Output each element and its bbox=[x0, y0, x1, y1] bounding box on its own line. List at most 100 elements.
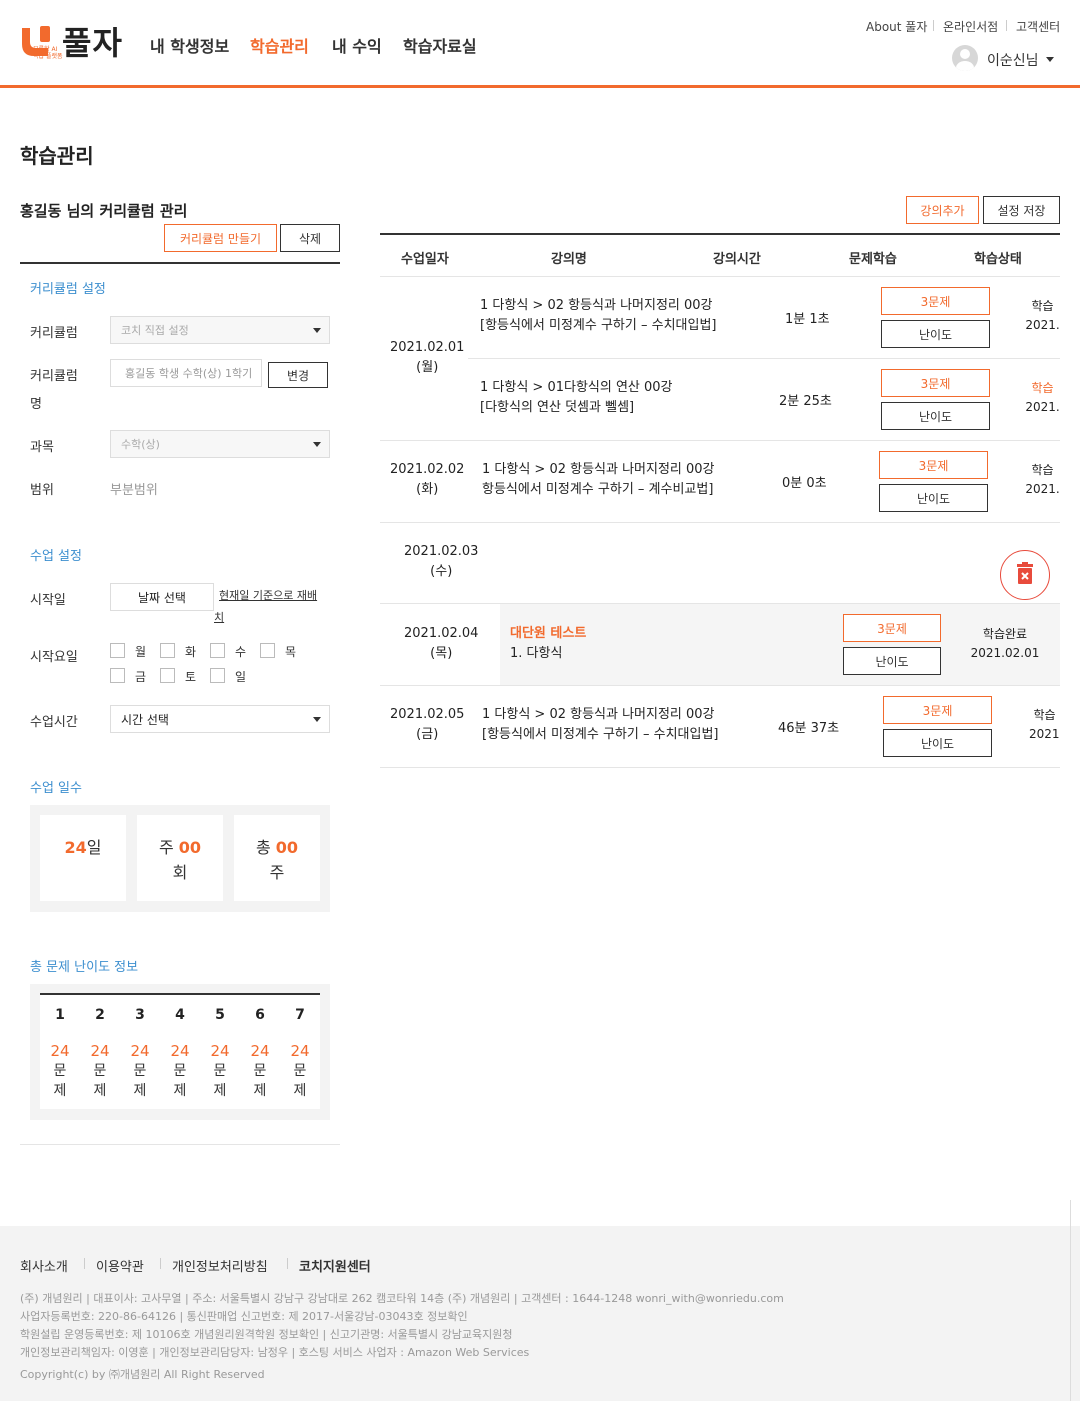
checkbox-thu[interactable] bbox=[260, 643, 275, 658]
curriculum-settings-heading: 커리큘럼 설정 bbox=[30, 282, 106, 297]
chevron-down-icon bbox=[313, 328, 321, 333]
total-prefix: 총 bbox=[255, 838, 276, 857]
subject-label: 과목 bbox=[30, 440, 54, 455]
change-name-button[interactable]: 변경 bbox=[268, 362, 328, 388]
nav-student-info[interactable]: 내 학생정보 bbox=[150, 33, 229, 57]
avatar-icon[interactable] bbox=[952, 45, 978, 71]
logo-subtitle: 모름학 AI 학습 플랫폼 bbox=[33, 46, 63, 60]
nav-learning-management[interactable]: 학습관리 bbox=[250, 33, 309, 57]
lecture-name[interactable]: 대단원 테스트 1. 다항식 bbox=[510, 624, 586, 664]
status-text: 학습 2021. bbox=[1025, 381, 1060, 414]
nav-my-earnings[interactable]: 내 수익 bbox=[332, 33, 382, 57]
footer-copyright: Copyright(c) by ㈜개념원리 All Right Reserved bbox=[20, 1368, 265, 1381]
class-days-heading: 수업 일수 bbox=[30, 781, 82, 796]
trash-icon bbox=[1016, 561, 1033, 584]
logo-text[interactable]: 풀자 bbox=[62, 18, 123, 64]
curriculum-label: 커리큘럼 bbox=[30, 326, 78, 341]
divider bbox=[933, 20, 934, 31]
difficulty-level-5: 5 24 문 제 bbox=[210, 1007, 230, 1099]
delete-button[interactable]: 삭제 bbox=[280, 224, 340, 252]
curriculum-select[interactable]: 코치 직접 설정 bbox=[110, 316, 330, 344]
column-header-lecture: 강의명 bbox=[551, 252, 587, 267]
difficulty-button[interactable]: 난이도 bbox=[879, 484, 988, 512]
delete-day-button[interactable] bbox=[1000, 550, 1050, 600]
checkbox-sat[interactable] bbox=[160, 668, 175, 683]
lecture-name[interactable]: 1 다항식 > 02 항등식과 나머지정리 00강 [항등식에서 미정계수 구하기… bbox=[482, 705, 719, 745]
about-link[interactable]: About 풀자 bbox=[866, 18, 927, 35]
day-label-sat: 토 bbox=[185, 670, 197, 684]
column-header-status: 학습상태 bbox=[974, 252, 1022, 267]
divider bbox=[20, 1144, 340, 1145]
chevron-down-icon bbox=[313, 442, 321, 447]
checkbox-tue[interactable] bbox=[160, 643, 175, 658]
range-value: 부분범위 bbox=[110, 483, 158, 498]
difficulty-button[interactable]: 난이도 bbox=[881, 402, 990, 430]
checkbox-fri[interactable] bbox=[110, 668, 125, 683]
save-settings-button[interactable]: 설정 저장 bbox=[983, 196, 1060, 224]
weekly-count-value: 00 bbox=[178, 838, 202, 857]
lecture-duration: 1분 1초 bbox=[785, 312, 830, 327]
curriculum-title: 홍길동 님의 커리큘럼 관리 bbox=[20, 202, 188, 220]
customer-center-link[interactable]: 고객센터 bbox=[1016, 18, 1060, 35]
chevron-down-icon bbox=[313, 717, 321, 722]
problems-button[interactable]: 3문제 bbox=[881, 369, 990, 397]
table-row-date: 2021.02.02 (화) bbox=[390, 462, 465, 497]
lecture-name[interactable]: 1 다항식 > 02 항등식과 나머지정리 00강 [항등식에서 미정계수 구하기… bbox=[480, 296, 717, 336]
checkbox-wed[interactable] bbox=[210, 643, 225, 658]
start-date-label: 시작일 bbox=[30, 593, 66, 608]
weekly-unit: 회 bbox=[172, 863, 188, 882]
reset-date-link[interactable]: 현재일 기준으로 재배 bbox=[219, 587, 317, 603]
scrollbar[interactable] bbox=[1070, 1200, 1078, 1401]
footer-privacy-officer: 개인정보관리책임자: 이영훈 | 개인정보관리담당자: 남정우 | 호스팅 서비… bbox=[20, 1346, 530, 1359]
difficulty-level-2: 2 24 문 제 bbox=[90, 1007, 110, 1099]
user-name[interactable]: 이순신님 bbox=[987, 50, 1039, 70]
divider bbox=[380, 685, 1060, 686]
checkbox-mon[interactable] bbox=[110, 643, 125, 658]
weekly-prefix: 주 bbox=[158, 838, 179, 857]
subject-select[interactable]: 수학(상) bbox=[110, 430, 330, 458]
divider bbox=[380, 276, 1060, 277]
difficulty-button[interactable]: 난이도 bbox=[883, 729, 992, 757]
difficulty-button[interactable]: 난이도 bbox=[881, 320, 990, 348]
day-label-fri: 금 bbox=[135, 670, 147, 684]
start-day-label: 시작요일 bbox=[30, 650, 78, 665]
problems-button[interactable]: 3문제 bbox=[883, 696, 992, 724]
online-bookstore-link[interactable]: 온라인서점 bbox=[943, 18, 998, 35]
lecture-name[interactable]: 1 다항식 > 02 항등식과 나머지정리 00강 항등식에서 미정계수 구하기 … bbox=[482, 460, 715, 500]
footer-link-terms[interactable]: 이용약관 bbox=[96, 1256, 144, 1275]
create-curriculum-button[interactable]: 커리큘럼 만들기 bbox=[164, 224, 277, 252]
add-lecture-button[interactable]: 강의추가 bbox=[906, 196, 979, 224]
footer-link-privacy[interactable]: 개인정보처리방침 bbox=[172, 1256, 268, 1275]
site-header: 모름학 AI 학습 플랫폼 풀자 내 학생정보 학습관리 내 수익 학습자료실 … bbox=[0, 0, 1080, 88]
problems-button[interactable]: 3문제 bbox=[879, 451, 988, 479]
total-weeks-unit: 주 bbox=[269, 863, 285, 882]
footer-link-coach-support[interactable]: 코치지원센터 bbox=[299, 1256, 371, 1275]
class-time-label: 수업시간 bbox=[30, 715, 78, 730]
status-text: 학습완료 2021.02.01 bbox=[970, 627, 1040, 660]
column-header-problems: 문제학습 bbox=[849, 252, 897, 267]
weekly-count-card: 주 00 회 bbox=[137, 815, 223, 901]
divider bbox=[380, 767, 1060, 768]
difficulty-level-3: 3 24 문 제 bbox=[130, 1007, 150, 1099]
divider bbox=[380, 440, 1060, 441]
curriculum-name-label-2: 명 bbox=[30, 397, 42, 412]
reset-date-link-2[interactable]: 치 bbox=[214, 609, 224, 625]
nav-learning-materials[interactable]: 학습자료실 bbox=[403, 33, 477, 57]
day-label-tue: 화 bbox=[185, 645, 197, 659]
lecture-name[interactable]: 1 다항식 > 01다항식의 연산 00강 [다항식의 연산 덧셈과 뻴셈] bbox=[480, 378, 673, 418]
column-header-date: 수업일자 bbox=[401, 252, 449, 267]
chevron-down-icon[interactable] bbox=[1046, 57, 1054, 62]
date-select-button[interactable]: 날짜 선택 bbox=[110, 583, 214, 611]
checkbox-sun[interactable] bbox=[210, 668, 225, 683]
problems-button[interactable]: 3문제 bbox=[881, 287, 990, 315]
class-time-select[interactable]: 시간 선택 bbox=[110, 705, 330, 733]
lecture-duration: 0분 0초 bbox=[782, 476, 827, 491]
difficulty-heading: 총 문제 난이도 정보 bbox=[30, 960, 139, 975]
table-row-date: 2021.02.03 (수) bbox=[404, 544, 479, 579]
problems-button[interactable]: 3문제 bbox=[843, 614, 941, 642]
difficulty-button[interactable]: 난이도 bbox=[843, 647, 941, 675]
total-days-value: 24 bbox=[64, 838, 87, 857]
curriculum-name-input[interactable]: 홍길동 학생 수학(상) 1학기 bbox=[110, 359, 262, 387]
divider bbox=[20, 262, 340, 264]
footer-link-company[interactable]: 회사소개 bbox=[20, 1256, 68, 1275]
